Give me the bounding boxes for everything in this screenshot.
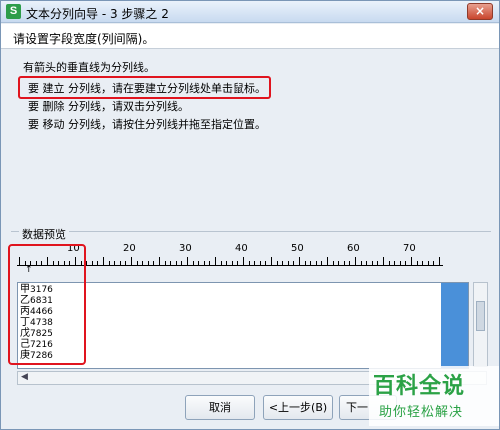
ruler-tick	[209, 261, 211, 265]
ruler-tick	[192, 261, 194, 265]
preview-label: 数据预览	[19, 226, 69, 242]
ruler-tick	[394, 261, 396, 265]
ruler-tick	[293, 261, 295, 265]
ruler-tick	[371, 261, 373, 265]
ruler-label: 20	[123, 243, 136, 254]
ruler-tick	[422, 261, 424, 265]
ruler-tick	[215, 257, 216, 265]
ruler-label: 30	[179, 243, 192, 254]
ruler-tick	[170, 261, 172, 265]
ruler-tick	[315, 261, 317, 265]
ruler-tick	[136, 261, 138, 265]
vertical-scrollbar[interactable]	[473, 282, 488, 367]
ruler-tick	[399, 261, 401, 265]
ruler-tick	[220, 261, 222, 265]
ruler-tick	[226, 261, 228, 265]
ruler-tick	[164, 261, 166, 265]
ruler-tick	[231, 261, 233, 265]
ruler-tick	[416, 261, 418, 265]
cancel-button[interactable]: 取消	[185, 395, 255, 420]
ruler-tick	[433, 261, 435, 265]
ruler-tick	[405, 261, 407, 265]
back-button[interactable]: <上一步(B)	[263, 395, 333, 420]
ruler-tick	[276, 261, 278, 265]
ruler-tick	[125, 261, 127, 265]
watermark-logo: 百科全说	[373, 374, 466, 399]
ruler-tick	[282, 261, 284, 265]
watermark: 百科全说 助你轻松解决	[369, 366, 499, 426]
ruler-tick	[175, 261, 177, 265]
ruler-tick	[198, 261, 200, 265]
ruler-tick	[114, 261, 116, 265]
ruler-tick	[159, 257, 160, 265]
ruler-tick	[383, 257, 384, 265]
ruler-tick	[237, 261, 239, 265]
ruler-tick	[103, 257, 104, 265]
ruler-tick	[271, 257, 272, 265]
ruler-tick	[355, 257, 356, 265]
ruler-label: 50	[291, 243, 304, 254]
ruler-tick	[343, 261, 345, 265]
ruler-tick	[86, 261, 88, 265]
close-button[interactable]: ×	[467, 3, 493, 20]
watermark-subtitle: 助你轻松解决	[379, 405, 464, 420]
ruler-tick	[321, 261, 323, 265]
ruler-tick	[439, 257, 440, 265]
ruler-tick	[427, 261, 429, 265]
instruction-text: 请设置字段宽度(列间隔)。	[13, 32, 155, 46]
title-bar: S 文本分列向导 - 3 步骤之 2 ×	[1, 1, 499, 23]
ruler-tick	[366, 261, 368, 265]
ruler-tick	[338, 261, 340, 265]
ruler-tick	[299, 257, 300, 265]
info-line-4: 要 移动 分列线，请按住分列线并拖至指定位置。	[28, 118, 266, 131]
scroll-thumb[interactable]	[476, 301, 485, 331]
ruler-tick	[332, 261, 334, 265]
scroll-left-icon[interactable]: ◀	[21, 372, 28, 382]
ruler-tick	[411, 257, 412, 265]
ruler-tick	[310, 261, 312, 265]
ruler-tick	[187, 257, 188, 265]
ruler-tick	[243, 257, 244, 265]
highlight-box-preview	[8, 244, 86, 365]
ruler-tick	[119, 261, 121, 265]
ruler-tick	[304, 261, 306, 265]
ruler-label: 60	[347, 243, 360, 254]
ruler-tick	[181, 261, 183, 265]
wizard-window: S 文本分列向导 - 3 步骤之 2 × 请设置字段宽度(列间隔)。 有箭头的垂…	[0, 0, 500, 430]
wps-app-icon: S	[6, 4, 21, 19]
ruler-tick	[131, 257, 132, 265]
ruler-tick	[97, 261, 99, 265]
ruler-tick	[248, 261, 250, 265]
ruler-tick	[287, 261, 289, 265]
ruler-tick	[108, 261, 110, 265]
header-area: 请设置字段宽度(列间隔)。	[1, 24, 499, 49]
ruler-tick	[349, 261, 351, 265]
info-line-3: 要 删除 分列线，请双击分列线。	[28, 100, 189, 113]
info-line-1: 有箭头的垂直线为分列线。	[23, 61, 155, 74]
ruler-tick	[388, 261, 390, 265]
highlight-box-create	[18, 76, 271, 99]
ruler-label: 40	[235, 243, 248, 254]
window-title: 文本分列向导 - 3 步骤之 2	[26, 7, 169, 21]
ruler-tick	[360, 261, 362, 265]
ruler-tick	[265, 261, 267, 265]
ruler-tick	[203, 261, 205, 265]
ruler-tick	[147, 261, 149, 265]
ruler-tick	[142, 261, 144, 265]
ruler-tick	[377, 261, 379, 265]
ruler-tick	[259, 261, 261, 265]
ruler-tick	[254, 261, 256, 265]
ruler-tick	[91, 261, 93, 265]
ruler-tick	[327, 257, 328, 265]
ruler-label: 70	[403, 243, 416, 254]
ruler-tick	[153, 261, 155, 265]
